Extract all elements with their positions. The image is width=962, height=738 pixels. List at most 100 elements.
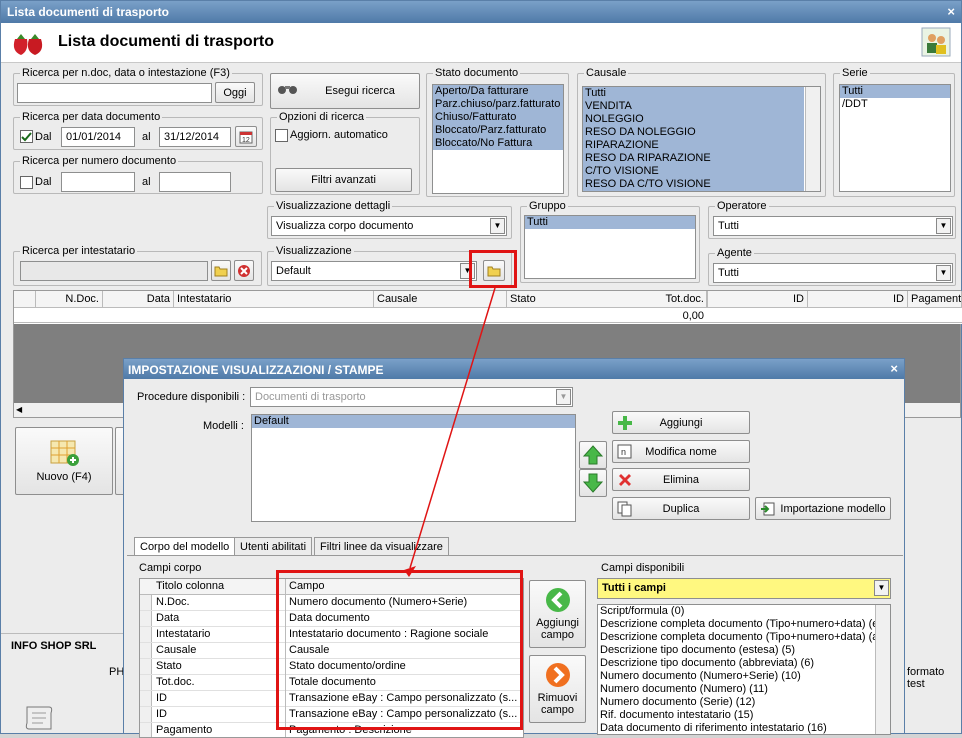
grid-header-cell[interactable]: Tot.doc. [616, 291, 708, 307]
import-model-button[interactable]: Importazione modello [755, 497, 891, 520]
advanced-filters-button[interactable]: Filtri avanzati [275, 168, 412, 192]
list-item[interactable]: /DDT [840, 98, 950, 111]
search-options-legend: Opzioni di ricerca [277, 111, 366, 123]
grid-header-cell[interactable]: Intestatario [174, 291, 374, 307]
list-item[interactable]: Rif. documento intestatario (15) [598, 709, 890, 722]
move-up-button[interactable] [579, 441, 607, 469]
browse-owner-button[interactable] [211, 260, 231, 281]
list-item[interactable]: Tutti [525, 216, 695, 229]
list-item[interactable]: NOLEGGIO [583, 113, 804, 126]
serie-legend: Serie [840, 67, 870, 79]
today-button[interactable]: Oggi [215, 82, 255, 103]
available-fields-list[interactable]: Script/formula (0) Descrizione completa … [597, 604, 891, 735]
group-list[interactable]: Tutti [524, 215, 696, 279]
execute-search-button[interactable]: Esegui ricerca [270, 73, 420, 109]
causale-list[interactable]: Tutti VENDITA NOLEGGIO RESO DA NOLEGGIO … [582, 86, 821, 192]
search-ndoc-legend: Ricerca per n.doc, data o intestazione (… [20, 67, 232, 79]
list-item[interactable]: Parz.chiuso/parz.fatturato [433, 98, 563, 111]
grid-header-cell[interactable]: ID [708, 291, 808, 307]
date-to-input[interactable]: 31/12/2014 [159, 127, 231, 147]
tab-filters[interactable]: Filtri linee da visualizzare [314, 537, 449, 555]
list-item[interactable]: Descrizione completa documento (Tipo+num… [598, 618, 890, 631]
calendar-button[interactable]: 12 [235, 126, 257, 147]
list-item[interactable]: RESO DA C/TO VISIONE [583, 178, 804, 191]
num-from-checkbox[interactable] [20, 176, 33, 189]
owner-search-input[interactable] [20, 261, 208, 281]
row-title: Tot.doc. [156, 676, 195, 688]
grid-header-cell[interactable]: Pagamento [908, 291, 962, 307]
procedure-value: Documenti di trasporto [255, 391, 366, 403]
list-item[interactable]: VENDITA [583, 100, 804, 113]
chevron-down-icon[interactable]: ▼ [936, 265, 951, 281]
users-icon[interactable] [921, 27, 951, 57]
num-to-input[interactable] [159, 172, 231, 192]
list-item[interactable]: Tutti [583, 87, 804, 100]
grid-header-cell[interactable]: Causale [374, 291, 507, 307]
doc-status-list[interactable]: Aperto/Da fatturare Parz.chiuso/parz.fat… [432, 84, 564, 194]
tab-body[interactable]: Corpo del modello [134, 537, 236, 555]
list-item[interactable]: Data documento di riferimento intestatar… [598, 722, 890, 734]
available-filter-select[interactable]: Tutti i campi ▼ [597, 578, 891, 599]
chevron-left-icon[interactable]: ◀ [14, 405, 22, 414]
grid-header-cell[interactable]: Data [103, 291, 174, 307]
num-from-input[interactable] [61, 172, 135, 192]
view-select[interactable]: Default ▼ [271, 261, 477, 281]
list-item[interactable]: Numero documento (Serie) (12) [598, 696, 890, 709]
list-item[interactable]: Tutti [840, 85, 950, 98]
list-item[interactable]: Descrizione completa documento (Tipo+num… [598, 631, 890, 644]
binoculars-icon [278, 86, 297, 94]
list-item[interactable]: Script/formula (0) [598, 605, 890, 618]
chevron-down-icon[interactable]: ▼ [874, 580, 889, 596]
search-ndoc-input[interactable] [17, 83, 212, 103]
serie-group: Serie Tutti /DDT [833, 67, 955, 197]
causale-scrollbar[interactable] [805, 87, 820, 191]
add-model-button[interactable]: Aggiungi [612, 411, 750, 434]
list-item[interactable]: RIPARAZIONE [583, 139, 804, 152]
new-button[interactable]: Nuovo (F4) [15, 427, 113, 495]
chevron-down-icon[interactable]: ▼ [556, 389, 571, 405]
detail-view-select[interactable]: Visualizza corpo documento ▼ [271, 216, 507, 236]
remove-field-button[interactable]: Rimuovi campo [529, 655, 586, 723]
list-item[interactable]: RESO DA RIPARAZIONE [583, 152, 804, 165]
grid-header-cell[interactable]: ID [808, 291, 908, 307]
rename-model-button[interactable]: n Modifica nome [612, 440, 750, 463]
close-icon [619, 474, 631, 486]
list-item[interactable]: Bloccato/No Fattura [433, 137, 563, 150]
serie-list[interactable]: Tutti /DDT [839, 84, 951, 192]
execute-search-label: Esegui ricerca [325, 85, 395, 97]
duplicate-model-button[interactable]: Duplica [612, 497, 750, 520]
date-from-input[interactable]: 01/01/2014 [61, 127, 135, 147]
list-item[interactable]: Default [252, 415, 575, 428]
duplicate-model-label: Duplica [662, 502, 700, 515]
list-item[interactable]: Numero documento (Numero) (11) [598, 683, 890, 696]
delete-model-button[interactable]: Elimina [612, 468, 750, 491]
list-item[interactable]: Aperto/Da fatturare [433, 85, 563, 98]
available-scrollbar[interactable] [875, 605, 890, 734]
list-item[interactable]: Descrizione tipo documento (estesa) (5) [598, 644, 890, 657]
agent-select[interactable]: Tutti ▼ [713, 263, 953, 283]
date-from-checkbox[interactable] [20, 130, 33, 143]
remove-field-label: Rimuovi campo [537, 692, 578, 716]
row-title: ID [156, 708, 167, 720]
auto-update-checkbox[interactable] [275, 129, 288, 142]
list-item[interactable]: RESO DA NOLEGGIO [583, 126, 804, 139]
grid-header-cell[interactable]: N.Doc. [36, 291, 103, 307]
chevron-down-icon[interactable]: ▼ [936, 218, 951, 234]
list-item[interactable]: Bloccato/Parz.fatturato [433, 124, 563, 137]
list-item[interactable]: Numero documento (Numero+Serie) (10) [598, 670, 890, 683]
list-item[interactable]: Chiuso/Fatturato [433, 111, 563, 124]
delete-icon [238, 264, 250, 277]
move-down-button[interactable] [579, 469, 607, 497]
chevron-down-icon[interactable]: ▼ [490, 218, 505, 234]
list-item[interactable]: C/TO VISIONE [583, 165, 804, 178]
clear-owner-button[interactable] [234, 260, 254, 281]
tab-users[interactable]: Utenti abilitati [234, 537, 313, 555]
close-icon[interactable]: × [890, 361, 898, 376]
add-field-button[interactable]: Aggiungi campo [529, 580, 586, 648]
close-icon[interactable]: × [947, 4, 955, 19]
operator-select[interactable]: Tutti ▼ [713, 216, 953, 236]
procedure-select[interactable]: Documenti di trasporto ▼ [250, 387, 573, 407]
models-list[interactable]: Default [251, 414, 576, 522]
list-item[interactable]: Descrizione tipo documento (abbreviata) … [598, 657, 890, 670]
owner-search-group: Ricerca per intestatario [13, 245, 262, 286]
